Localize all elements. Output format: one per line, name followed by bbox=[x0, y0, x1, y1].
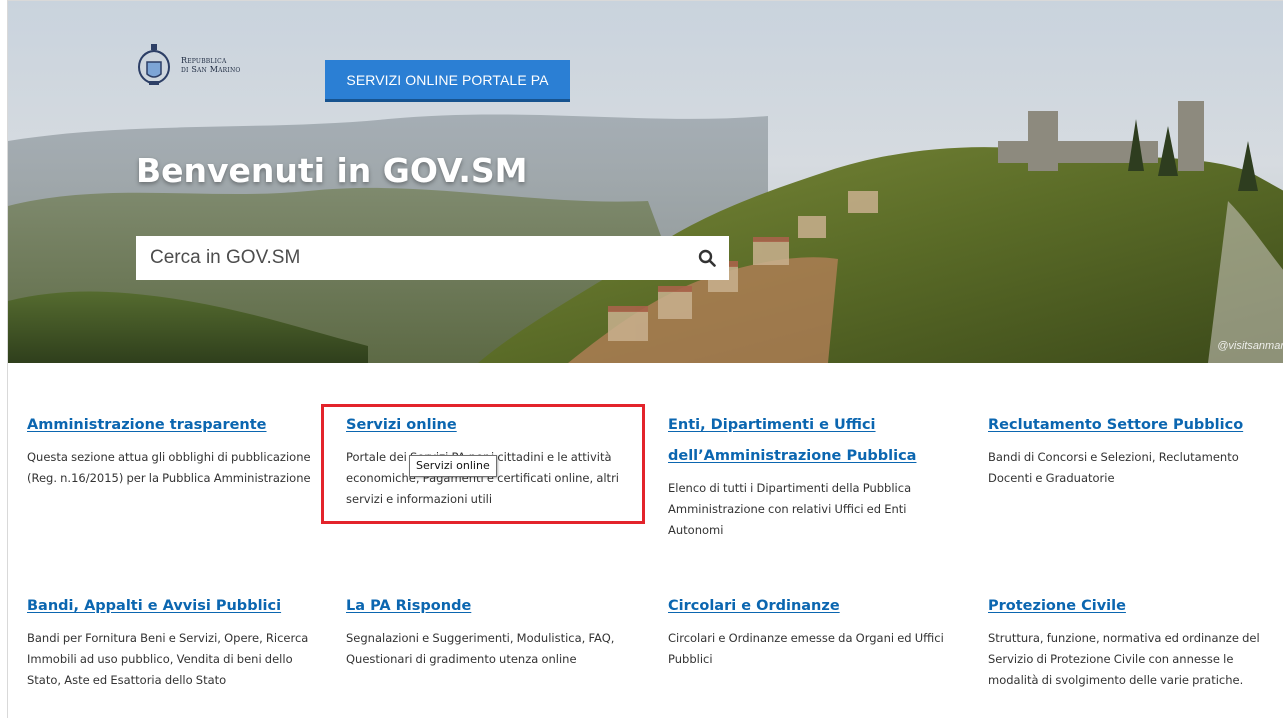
logo-line-1: Repubblica bbox=[181, 56, 227, 65]
search-button[interactable] bbox=[685, 236, 729, 280]
tooltip: Servizi online bbox=[409, 455, 497, 477]
card-description: Elenco di tutti i Dipartimenti della Pub… bbox=[668, 481, 912, 537]
card-enti-dipartimenti-uffici: Enti, Dipartimenti e Uffici dell’Amminis… bbox=[668, 410, 948, 541]
search-input[interactable] bbox=[136, 236, 685, 280]
hero-banner: Repubblica di San Marino SERVIZI ONLINE … bbox=[8, 1, 1283, 363]
card-title-link[interactable]: Bandi, Appalti e Avvisi Pubblici bbox=[27, 591, 322, 622]
card-amministrazione-trasparente: Amministrazione trasparente Questa sezio… bbox=[27, 410, 322, 489]
page: Repubblica di San Marino SERVIZI ONLINE … bbox=[7, 0, 1283, 718]
page-title: Benvenuti in GOV.SM bbox=[136, 151, 528, 190]
card-circolari-ordinanze: Circolari e Ordinanze Circolari e Ordina… bbox=[668, 591, 948, 670]
card-reclutamento-settore-pubblico: Reclutamento Settore Pubblico Bandi di C… bbox=[988, 410, 1283, 489]
card-title-link[interactable]: Amministrazione trasparente bbox=[27, 410, 322, 441]
logo-text: Repubblica di San Marino bbox=[181, 56, 241, 74]
card-title-link[interactable]: Circolari e Ordinanze bbox=[668, 591, 948, 622]
card-title-link[interactable]: Enti, Dipartimenti e Uffici dell’Amminis… bbox=[668, 410, 948, 472]
card-protezione-civile: Protezione Civile Struttura, funzione, n… bbox=[988, 591, 1283, 691]
search-bar bbox=[136, 236, 729, 280]
card-title-link[interactable]: La PA Risponde bbox=[346, 591, 646, 622]
card-description: Questa sezione attua gli obblighi di pub… bbox=[27, 450, 311, 485]
card-description: Circolari e Ordinanze emesse da Organi e… bbox=[668, 631, 944, 666]
card-description: Segnalazioni e Suggerimenti, Modulistica… bbox=[346, 631, 615, 666]
servizi-online-portale-pa-button[interactable]: SERVIZI ONLINE PORTALE PA bbox=[325, 60, 570, 102]
card-bandi-appalti-avvisi: Bandi, Appalti e Avvisi Pubblici Bandi p… bbox=[27, 591, 322, 691]
card-description: Struttura, funzione, normativa ed ordina… bbox=[988, 631, 1260, 687]
card-description: Bandi di Concorsi e Selezioni, Reclutame… bbox=[988, 450, 1239, 485]
coat-of-arms-icon bbox=[138, 44, 170, 85]
site-logo[interactable]: Repubblica di San Marino bbox=[135, 42, 241, 88]
photo-credit: @visitsanmar bbox=[1217, 340, 1283, 352]
logo-line-2: di San Marino bbox=[181, 65, 241, 74]
card-title-link[interactable]: Reclutamento Settore Pubblico bbox=[988, 410, 1283, 441]
card-title-link[interactable]: Protezione Civile bbox=[988, 591, 1283, 622]
card-description: Bandi per Fornitura Beni e Servizi, Oper… bbox=[27, 631, 309, 687]
search-icon bbox=[698, 249, 716, 267]
card-la-pa-risponde: La PA Risponde Segnalazioni e Suggerimen… bbox=[346, 591, 646, 670]
